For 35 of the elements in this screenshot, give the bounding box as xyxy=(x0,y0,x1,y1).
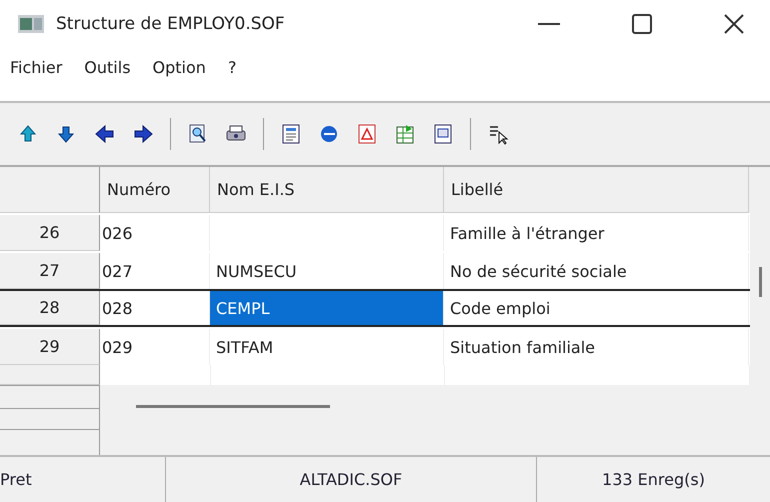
row-header[interactable]: 27 xyxy=(0,253,100,289)
table-cell[interactable]: CEMPL xyxy=(210,291,444,325)
spreadsheet-icon[interactable] xyxy=(394,123,416,145)
column-header[interactable]: Nom E.I.S xyxy=(210,167,444,213)
scrollbar-thumb[interactable] xyxy=(758,267,762,297)
status-text: 133 Enreg(s) xyxy=(602,470,705,489)
menu-item[interactable]: ? xyxy=(228,58,236,77)
row-header[interactable]: 26 xyxy=(0,215,100,251)
row-header[interactable]: 29 xyxy=(0,329,100,365)
close-icon[interactable] xyxy=(724,14,744,34)
word-document-icon[interactable] xyxy=(432,123,454,145)
pdf-icon[interactable] xyxy=(356,123,378,145)
table-row[interactable]: 29 029 SITFAM Situation familiale xyxy=(0,327,750,365)
row-header[interactable]: 28 xyxy=(0,291,100,325)
right-arrow-icon[interactable] xyxy=(132,123,154,145)
table-cell[interactable]: 026 xyxy=(100,215,210,251)
table-row[interactable]: 28 028 CEMPL Code emploi xyxy=(0,289,750,327)
table-row[interactable]: 26 026 Famille à l'étranger xyxy=(0,213,750,251)
maximize-icon[interactable] xyxy=(632,14,652,34)
app-icon xyxy=(18,15,44,33)
table-cell[interactable]: 028 xyxy=(100,291,210,325)
table-cell[interactable]: 027 xyxy=(100,253,210,289)
left-arrow-icon[interactable] xyxy=(94,123,116,145)
menu-item[interactable]: Option xyxy=(152,58,206,77)
scrollbar-thumb[interactable] xyxy=(136,405,330,408)
column-header[interactable]: Libellé xyxy=(444,167,749,213)
table-cell[interactable]: 029 xyxy=(100,329,210,365)
window-title: Structure de EMPLOY0.SOF xyxy=(56,14,285,34)
status-text: Pret xyxy=(0,470,32,489)
menu-item[interactable]: Outils xyxy=(84,58,131,77)
menu-item[interactable]: Fichier xyxy=(10,58,62,77)
status-text: ALTADIC.SOF xyxy=(300,470,402,489)
column-header[interactable]: Numéro xyxy=(100,167,210,213)
document-icon[interactable] xyxy=(280,123,302,145)
table-row[interactable]: 27 027 NUMSECU No de sécurité sociale xyxy=(0,251,750,289)
